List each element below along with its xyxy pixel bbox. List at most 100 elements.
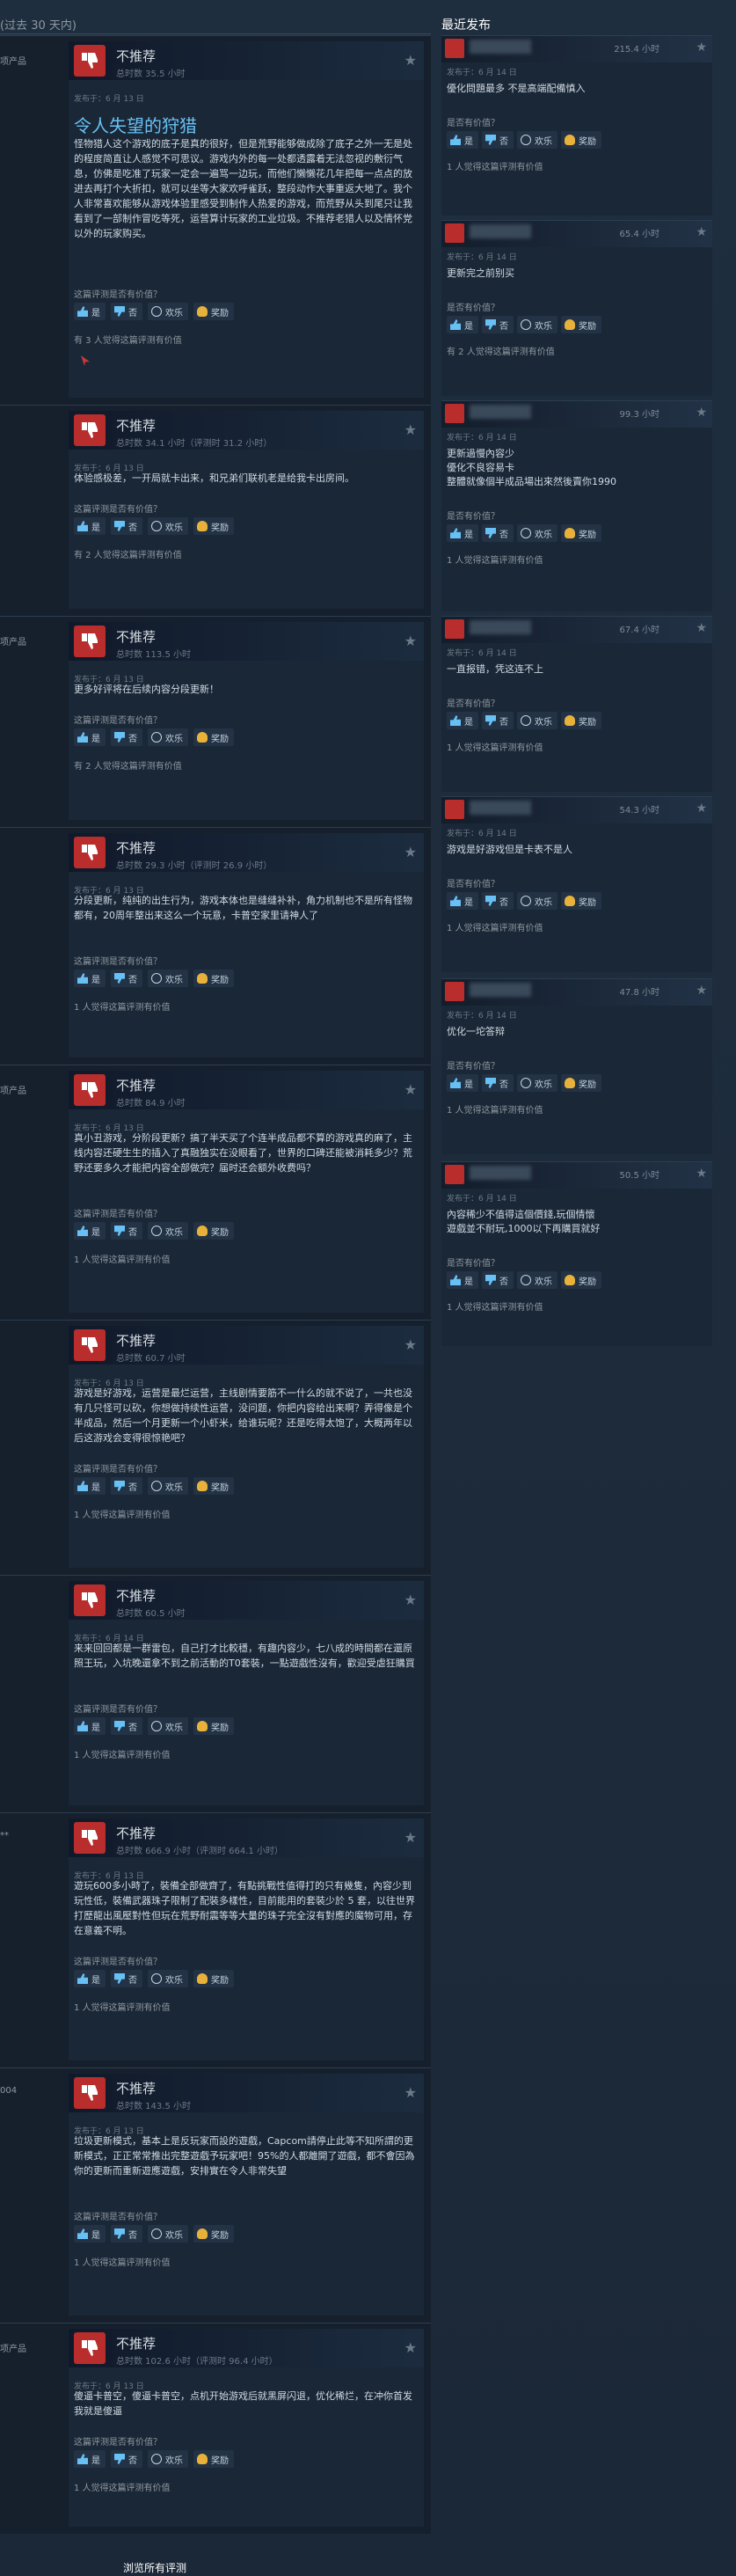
award-button[interactable]: 奖励	[193, 303, 234, 320]
vote-no-button[interactable]: 否	[111, 2225, 142, 2243]
vote-funny-button[interactable]: 欢乐	[517, 131, 557, 149]
vote-funny-button[interactable]: 欢乐	[148, 1717, 188, 1735]
review-item: 004 不推荐 总时数 143.5 小时 ★ 发布于：6 月 13 日垃圾更新模式，基本…	[0, 2067, 431, 2323]
vote-funny-button[interactable]: 欢乐	[148, 2450, 188, 2468]
star-icon[interactable]: ★	[404, 1081, 417, 1098]
vote-yes-button[interactable]: 是	[74, 970, 106, 987]
star-icon[interactable]: ★	[696, 621, 707, 635]
vote-funny-button[interactable]: 欢乐	[517, 316, 557, 333]
award-button[interactable]: 奖励	[193, 2225, 234, 2243]
vote-buttons: 是 否 欢乐 奖励	[447, 892, 601, 910]
star-icon[interactable]: ★	[696, 406, 707, 420]
vote-no-button[interactable]: 否	[482, 1074, 514, 1092]
vote-yes-button[interactable]: 是	[74, 1717, 106, 1735]
vote-no-button[interactable]: 否	[482, 712, 514, 729]
vote-funny-button[interactable]: 欢乐	[148, 1970, 188, 1987]
award-button[interactable]: 奖励	[561, 1074, 601, 1092]
recent-review-text: 一直报错，凭这连不上	[447, 663, 543, 675]
star-icon[interactable]: ★	[404, 844, 417, 860]
helpful-count: 1 人觉得这篇评测有价值	[447, 1303, 543, 1313]
vote-no-button[interactable]: 否	[482, 524, 514, 542]
star-icon[interactable]: ★	[696, 40, 707, 55]
vote-funny-button[interactable]: 欢乐	[517, 524, 557, 542]
star-icon[interactable]: ★	[696, 801, 707, 816]
review-item: 项产品 不推荐 总时数 84.9 小时 ★ 发布于：6 月 13 日真小丑游戏，分阶段更…	[0, 1065, 431, 1320]
star-icon[interactable]: ★	[404, 1592, 417, 1608]
vote-funny-button[interactable]: 欢乐	[517, 712, 557, 729]
award-button[interactable]: 奖励	[193, 1477, 234, 1495]
star-icon[interactable]: ★	[696, 1167, 707, 1181]
award-button[interactable]: 奖励	[561, 1271, 601, 1289]
helpful-count: 1 人觉得这篇评测有价值	[447, 743, 543, 753]
star-icon[interactable]: ★	[404, 421, 417, 438]
vote-no-button[interactable]: 否	[111, 303, 142, 320]
vote-no-button[interactable]: 否	[111, 517, 142, 535]
vote-yes-button[interactable]: 是	[74, 2225, 106, 2243]
vote-buttons: 是 否 欢乐 奖励	[74, 1970, 234, 1987]
review-item: 不推荐 总时数 34.1 小时（评测时 31.2 小时） ★ 发布于：6 月 13 日…	[0, 405, 431, 616]
award-button[interactable]: 奖励	[193, 1717, 234, 1735]
vote-label: 奖励	[579, 1277, 596, 1287]
vote-funny-button[interactable]: 欢乐	[148, 303, 188, 320]
award-button[interactable]: 奖励	[561, 316, 601, 333]
award-button[interactable]: 奖励	[561, 131, 601, 149]
star-icon[interactable]: ★	[404, 1829, 417, 1846]
view-all-reviews-link[interactable]: 浏览所有评测	[123, 2560, 186, 2575]
award-button[interactable]: 奖励	[193, 1970, 234, 1987]
vote-no-button[interactable]: 否	[482, 316, 514, 333]
vote-funny-button[interactable]: 欢乐	[517, 1271, 557, 1289]
vote-yes-button[interactable]: 是	[74, 728, 106, 746]
star-icon[interactable]: ★	[404, 2339, 417, 2356]
award-button[interactable]: 奖励	[561, 892, 601, 910]
vote-funny-button[interactable]: 欢乐	[148, 970, 188, 987]
vote-yes-button[interactable]: 是	[74, 1222, 106, 1240]
vote-yes-button[interactable]: 是	[74, 1477, 106, 1495]
vote-yes-button[interactable]: 是	[447, 892, 478, 910]
vote-label: 否	[128, 975, 137, 985]
vote-no-button[interactable]: 否	[111, 2450, 142, 2468]
vote-no-button[interactable]: 否	[111, 1970, 142, 1987]
star-icon[interactable]: ★	[696, 225, 707, 239]
vote-funny-button[interactable]: 欢乐	[148, 1222, 188, 1240]
vote-yes-button[interactable]: 是	[74, 303, 106, 320]
vote-funny-button[interactable]: 欢乐	[148, 1477, 188, 1495]
vote-yes-button[interactable]: 是	[74, 2450, 106, 2468]
star-icon[interactable]: ★	[404, 1336, 417, 1353]
vote-no-button[interactable]: 否	[111, 1222, 142, 1240]
vote-yes-button[interactable]: 是	[447, 131, 478, 149]
award-button[interactable]: 奖励	[193, 728, 234, 746]
vote-no-button[interactable]: 否	[482, 1271, 514, 1289]
vote-yes-button[interactable]: 是	[447, 316, 478, 333]
award-button[interactable]: 奖励	[193, 1222, 234, 1240]
vote-no-button[interactable]: 否	[111, 1717, 142, 1735]
recent-review-header: 50.5 小时 ★	[441, 1162, 712, 1189]
vote-no-button[interactable]: 否	[482, 892, 514, 910]
vote-label: 欢乐	[165, 1723, 183, 1733]
star-icon[interactable]: ★	[404, 52, 417, 69]
vote-yes-button[interactable]: 是	[447, 1271, 478, 1289]
vote-label: 是	[464, 717, 473, 728]
vote-no-button[interactable]: 否	[111, 1477, 142, 1495]
vote-yes-button[interactable]: 是	[74, 517, 106, 535]
vote-yes-button[interactable]: 是	[447, 712, 478, 729]
award-button[interactable]: 奖励	[193, 970, 234, 987]
vote-funny-button[interactable]: 欢乐	[148, 2225, 188, 2243]
award-button[interactable]: 奖励	[193, 2450, 234, 2468]
product-tag: **	[0, 1831, 9, 1841]
award-button[interactable]: 奖励	[561, 712, 601, 729]
vote-yes-button[interactable]: 是	[74, 1970, 106, 1987]
vote-funny-button[interactable]: 欢乐	[148, 728, 188, 746]
star-icon[interactable]: ★	[696, 984, 707, 998]
award-button[interactable]: 奖励	[193, 517, 234, 535]
star-icon[interactable]: ★	[404, 633, 417, 649]
vote-no-button[interactable]: 否	[111, 970, 142, 987]
vote-funny-button[interactable]: 欢乐	[148, 517, 188, 535]
vote-funny-button[interactable]: 欢乐	[517, 1074, 557, 1092]
vote-no-button[interactable]: 否	[482, 131, 514, 149]
vote-yes-button[interactable]: 是	[447, 1074, 478, 1092]
star-icon[interactable]: ★	[404, 2084, 417, 2101]
award-button[interactable]: 奖励	[561, 524, 601, 542]
vote-yes-button[interactable]: 是	[447, 524, 478, 542]
vote-funny-button[interactable]: 欢乐	[517, 892, 557, 910]
vote-no-button[interactable]: 否	[111, 728, 142, 746]
